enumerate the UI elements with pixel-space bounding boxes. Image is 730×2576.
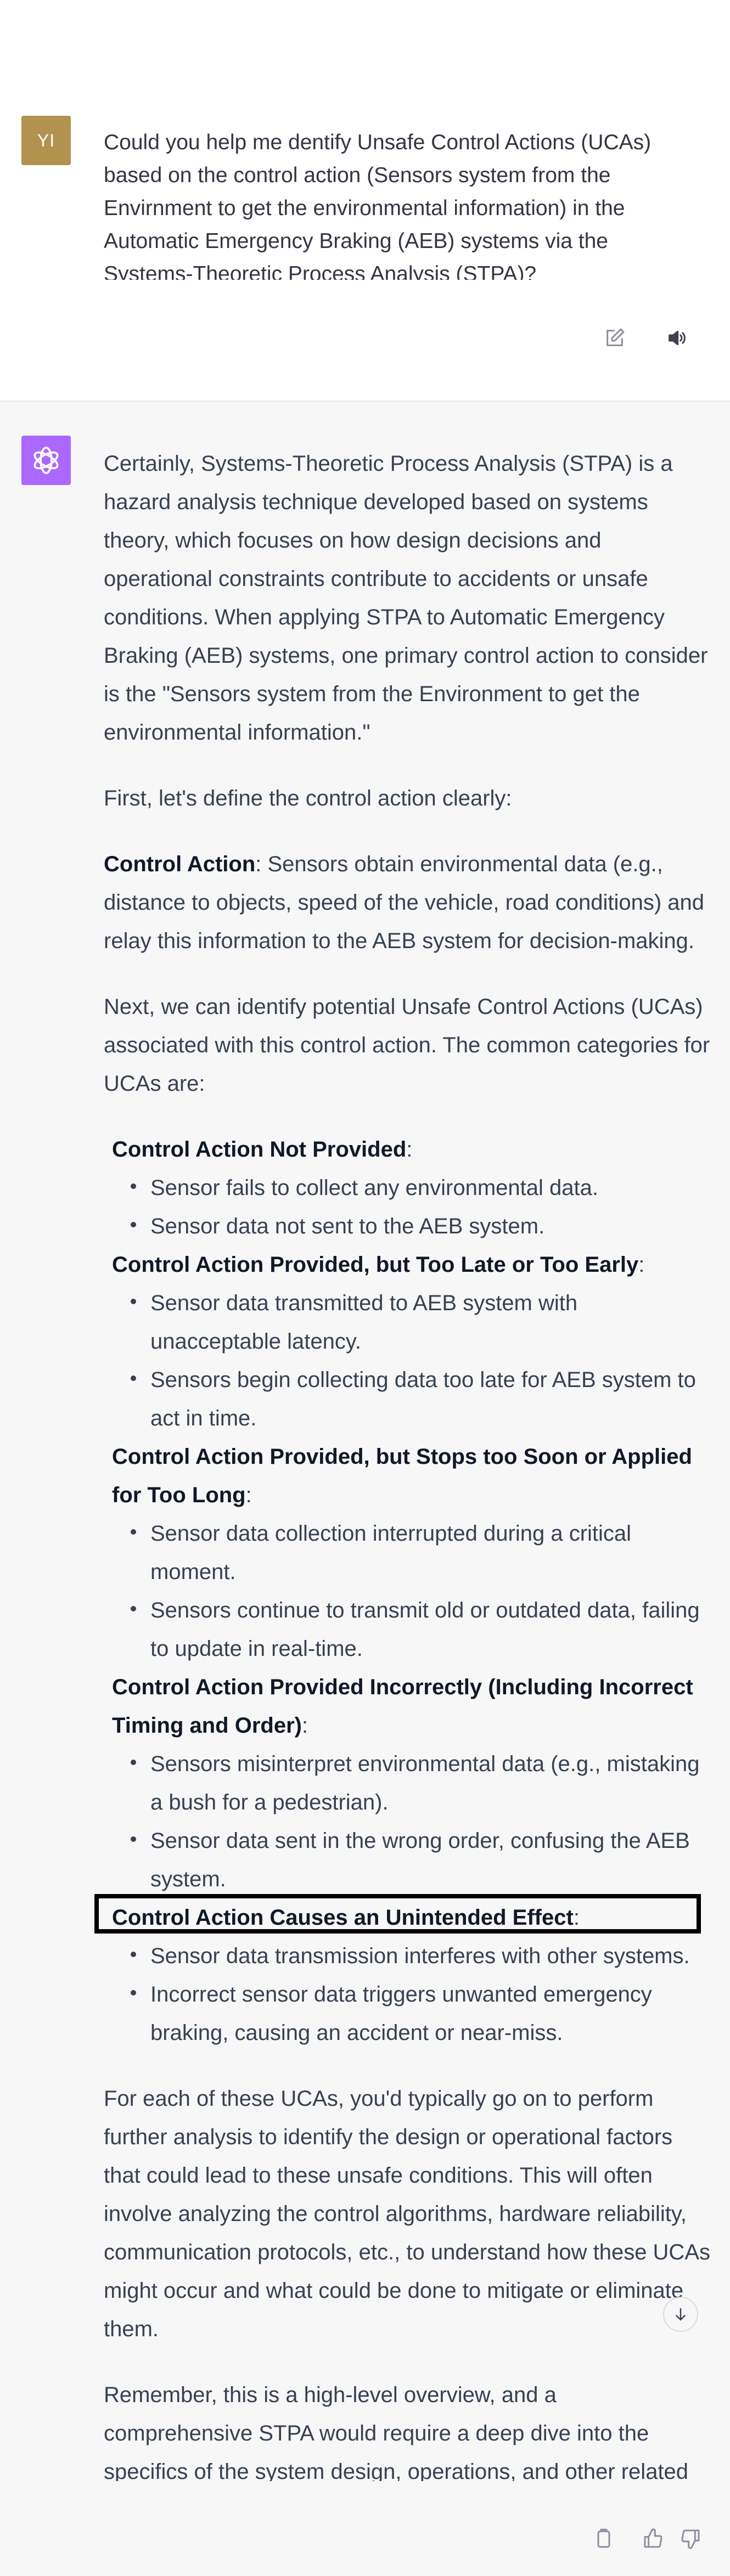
uca-title: Control Action Not Provided (112, 1137, 407, 1162)
uca-item: Sensor data collection interrupted durin… (112, 1514, 710, 1591)
user-avatar: YI (21, 116, 71, 165)
uca-category-4: 4. Control Action Provided Incorrectly (… (104, 1668, 710, 1898)
define-paragraph: First, let's define the control action c… (104, 786, 512, 810)
uca-category-3: 3. Control Action Provided, but Stops to… (104, 1438, 710, 1668)
user-message: YI Could you help me dentify Unsafe Cont… (0, 0, 730, 401)
openai-logo-icon (33, 447, 59, 474)
thumbs-down-icon (681, 2529, 700, 2549)
uca-title: Control Action Provided, but Too Late or… (112, 1253, 639, 1277)
intro-paragraph: Certainly, Systems-Theoretic Process Ana… (104, 452, 708, 745)
thumbs-down-button[interactable] (675, 2523, 706, 2554)
uca-item: Sensors begin collecting data too late f… (112, 1361, 710, 1438)
assistant-avatar (21, 436, 71, 485)
uca-item: Sensor data transmitted to AEB system wi… (112, 1284, 710, 1361)
uca-item: Incorrect sensor data triggers unwanted … (112, 1975, 710, 2052)
copy-icon (597, 2528, 610, 2548)
thumbs-up-button[interactable] (638, 2523, 669, 2554)
control-action-paragraph: Control Action: Sensors obtain environme… (104, 845, 710, 960)
uca-category-2: 2. Control Action Provided, but Too Late… (104, 1245, 710, 1438)
uca-item: Sensor data sent in the wrong order, con… (112, 1822, 710, 1898)
uca-item-highlighted: Sensor data transmission interferes with… (112, 1937, 710, 1975)
copy-button[interactable] (588, 2523, 619, 2554)
speaker-icon (669, 330, 686, 346)
highlight-box (94, 1894, 701, 1934)
uca-title: Control Action Provided Incorrectly (Inc… (112, 1675, 693, 1738)
user-avatar-initials: YI (37, 130, 55, 150)
uca-item: Sensor fails to collect any environmenta… (112, 1169, 710, 1207)
thumbs-up-icon (644, 2528, 662, 2548)
user-message-text: Could you help me dentify Unsafe Control… (104, 131, 652, 280)
closing-paragraph: Remember, this is a high-level overview,… (104, 2383, 689, 2481)
uca-category-1: 1. Control Action Not Provided: Sensor f… (104, 1130, 710, 1245)
edit-button[interactable] (599, 323, 630, 353)
assistant-message-body: Certainly, Systems-Theoretic Process Ana… (104, 444, 710, 2481)
uca-item: Sensors misinterpret environmental data … (112, 1745, 710, 1822)
uca-item: Sensors continue to transmit old or outd… (112, 1591, 710, 1668)
analysis-paragraph: For each of these UCAs, you'd typically … (104, 2087, 710, 2341)
uca-title: Control Action Provided, but Stops too S… (112, 1445, 692, 1507)
control-action-label: Control Action (104, 852, 256, 876)
arrow-down-icon (676, 2308, 686, 2321)
uca-item: Sensor data not sent to the AEB system. (112, 1207, 710, 1245)
scroll-to-bottom-button[interactable] (663, 2297, 698, 2332)
read-aloud-button[interactable] (661, 323, 692, 353)
next-paragraph: Next, we can identify potential Unsafe C… (104, 995, 710, 1096)
edit-icon (607, 328, 625, 346)
